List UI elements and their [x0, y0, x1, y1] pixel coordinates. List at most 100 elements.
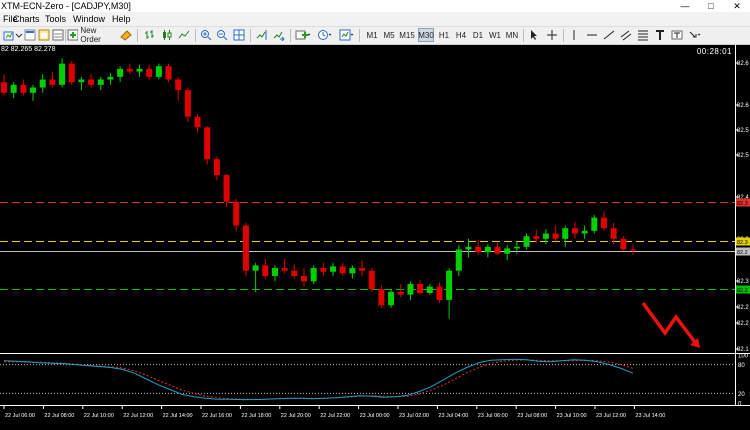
- candle-body: [88, 79, 95, 85]
- candle-body: [30, 87, 37, 93]
- cursor-icon[interactable]: [527, 28, 541, 42]
- timeframe-w1[interactable]: W1: [487, 28, 503, 42]
- timeframe-m15[interactable]: M15: [398, 28, 416, 42]
- text-icon[interactable]: [653, 28, 667, 42]
- candle-body: [484, 246, 491, 253]
- maximize-button[interactable]: □: [698, 0, 724, 12]
- menu-window[interactable]: Window: [73, 12, 105, 26]
- time-axis-label: 22 Jul 14:00: [163, 413, 193, 419]
- profiles-icon[interactable]: [14, 28, 23, 42]
- candle-body: [1, 82, 7, 93]
- price-axis-label: 82.1: [737, 347, 749, 353]
- templates-icon[interactable]: [338, 28, 356, 42]
- candle-body: [184, 90, 191, 117]
- autoscroll-icon[interactable]: [272, 28, 286, 42]
- time-axis-label: 22 Jul 16:00: [202, 413, 232, 419]
- time-axis-label: 22 Jul 20:00: [281, 413, 311, 419]
- candle-body: [513, 246, 520, 249]
- trendline-icon[interactable]: [602, 28, 616, 42]
- candle-body: [368, 270, 375, 290]
- indicators-icon[interactable]: [294, 28, 312, 42]
- toolbar-separator: [563, 29, 564, 42]
- candle-body: [455, 249, 462, 271]
- minimize-button[interactable]: —: [672, 0, 698, 12]
- candle-body: [610, 228, 617, 239]
- new-chart-icon[interactable]: [2, 28, 14, 42]
- price-axis-label: 82.6: [737, 103, 749, 109]
- candle-body: [78, 79, 85, 83]
- candle-body: [591, 217, 598, 231]
- time-axis-label: 23 Jul 12:00: [596, 413, 626, 419]
- new-order-button[interactable]: New Order: [67, 26, 117, 44]
- tile-windows-icon[interactable]: [232, 28, 246, 42]
- candle-body: [175, 79, 182, 91]
- periodicity-icon[interactable]: [316, 28, 334, 42]
- candle-body: [330, 266, 337, 272]
- market-watch-icon[interactable]: [23, 28, 37, 42]
- candle-body: [359, 268, 366, 271]
- candle-body: [310, 268, 317, 282]
- projection-arrow[interactable]: [641, 301, 699, 347]
- candle-body: [475, 246, 482, 253]
- menu-help[interactable]: Help: [112, 12, 131, 26]
- candle-body: [68, 63, 75, 83]
- line-chart-icon[interactable]: [177, 28, 191, 42]
- autotrading-icon[interactable]: [119, 28, 133, 42]
- bar-chart-icon[interactable]: [143, 28, 157, 42]
- text-label-icon[interactable]: [670, 28, 684, 42]
- navigator-icon[interactable]: [37, 28, 51, 42]
- candle-body: [204, 127, 211, 160]
- equidistant-channel-icon[interactable]: [619, 28, 633, 42]
- vertical-line-icon[interactable]: [567, 28, 581, 42]
- crosshair-icon[interactable]: [545, 28, 559, 42]
- ohlc-readout: 82 82.265 82.278: [1, 46, 56, 53]
- timeframe-m5[interactable]: M5: [381, 28, 397, 42]
- candle-timer: 00:28:01: [696, 47, 732, 56]
- candle-body: [262, 265, 269, 276]
- timeframe-h4[interactable]: H4: [453, 28, 469, 42]
- chart-window[interactable]: 82.682.682.582.582.482.382.382.282.282.1…: [0, 45, 750, 430]
- zoom-out-icon[interactable]: [215, 28, 229, 42]
- arrow-icon[interactable]: [687, 28, 703, 42]
- toolbar-separator: [290, 29, 291, 42]
- candle-body: [281, 268, 288, 271]
- candle-body: [213, 159, 220, 176]
- toolbar-separator: [65, 29, 66, 42]
- menu-charts[interactable]: Charts: [13, 12, 40, 26]
- new-order-label: New Order: [80, 26, 101, 44]
- menu-tools[interactable]: Tools: [45, 12, 66, 26]
- candle-body: [397, 291, 404, 295]
- time-axis-label: 23 Jul 02:00: [399, 413, 429, 419]
- stoch-axis-label: 0: [738, 402, 742, 408]
- timeframe-h1[interactable]: H1: [436, 28, 452, 42]
- candle-body: [155, 66, 162, 77]
- new-order-icon: [67, 29, 79, 41]
- window-controls: — □ ✕: [672, 0, 750, 12]
- close-button[interactable]: ✕: [724, 0, 750, 12]
- candle-body: [165, 66, 172, 80]
- candle-body: [223, 175, 230, 202]
- candle-body: [426, 286, 433, 293]
- candle-body: [97, 79, 104, 85]
- candlestick-icon[interactable]: [160, 28, 174, 42]
- candle-body: [349, 268, 356, 274]
- candle-body: [20, 84, 27, 93]
- candle-body: [388, 291, 395, 306]
- candle-body: [271, 268, 278, 276]
- timeframe-d1[interactable]: D1: [470, 28, 486, 42]
- chart-canvas[interactable]: 82.682.682.582.582.482.382.382.282.282.1…: [0, 45, 750, 430]
- price-tag-label-yellow-level: 82.3: [737, 240, 748, 246]
- price-axis-label: 82.6: [737, 61, 749, 67]
- candle-body: [126, 68, 133, 72]
- price-axis-label: 82.3: [737, 279, 749, 285]
- terminal-icon[interactable]: [51, 28, 65, 42]
- timeframe-mn[interactable]: MN: [504, 28, 520, 42]
- candle-body: [320, 268, 327, 272]
- timeframe-m1[interactable]: M1: [364, 28, 380, 42]
- window-title: XTM-ECN-Zero - [CADJPY,M30]: [1, 1, 131, 11]
- chart-shift-icon[interactable]: [255, 28, 269, 42]
- timeframe-m30[interactable]: M30: [418, 28, 434, 42]
- zoom-in-icon[interactable]: [199, 28, 213, 42]
- horizontal-line-icon[interactable]: [585, 28, 599, 42]
- fibonacci-icon[interactable]: [636, 28, 650, 42]
